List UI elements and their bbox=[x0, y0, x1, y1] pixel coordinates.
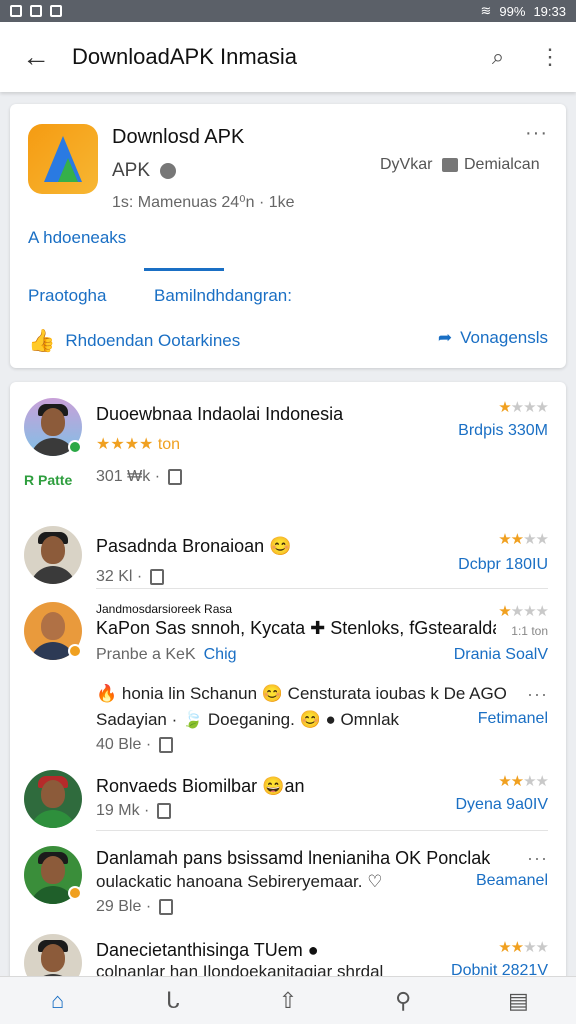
developer-link[interactable]: Demialcan bbox=[442, 156, 540, 174]
app-type: APK bbox=[112, 160, 177, 182]
divider bbox=[96, 830, 548, 831]
review-name: Danlamah pans bsissamd lnenianiha OK Pon… bbox=[96, 848, 491, 868]
info-link[interactable]: A hdoeneaks bbox=[28, 228, 126, 248]
avatar bbox=[24, 770, 82, 828]
review-meta-text: 40 Ble · bbox=[96, 736, 152, 753]
review-extra: 1:1 ton bbox=[511, 624, 548, 638]
review-sub: Pranbe a KeK Chig bbox=[96, 646, 237, 664]
review-name: Duoewbnaa Indaolai Indonesia bbox=[96, 404, 344, 424]
review-body: oulackatic hanoana Sebireryemaar. ♡ bbox=[96, 872, 383, 891]
review-meta-text: 301 ₩k · bbox=[96, 468, 161, 485]
status-bar: ≋ 99% 19:33 bbox=[0, 0, 576, 22]
overflow-menu-icon[interactable]: ⋮ bbox=[524, 44, 576, 70]
review-meta: 32 Kl · bbox=[96, 568, 165, 586]
tab-indicator bbox=[144, 268, 224, 271]
verified-icon bbox=[160, 163, 177, 179]
review-sub-link[interactable]: Chig bbox=[204, 646, 237, 664]
badge-icon bbox=[68, 440, 82, 454]
notification-icons bbox=[10, 5, 62, 17]
review-header: Jandmosdarsioreek Rasa bbox=[96, 602, 233, 616]
like-button[interactable]: 👍 Rhdoendan Ootarkines bbox=[28, 328, 240, 354]
battery-text: 99% bbox=[499, 3, 526, 19]
review-name: Ronvaeds Biomilbar 😄an bbox=[96, 776, 305, 796]
review-name: Danecietanthisinga TUem ● bbox=[96, 940, 319, 960]
bookmark-icon[interactable] bbox=[150, 569, 165, 585]
rating-stars: ★★★★ bbox=[498, 773, 549, 790]
app-more-icon[interactable]: ··· bbox=[525, 122, 548, 145]
app-info-card: Downlosd APK APK 1s: Mamenuas 24⁰n · 1ke… bbox=[10, 104, 566, 368]
tab-first[interactable]: Praotogha bbox=[28, 286, 106, 306]
review-meta: 301 ₩k · bbox=[96, 468, 183, 486]
message-icon bbox=[442, 158, 458, 172]
review-link[interactable]: Drania SoalV bbox=[454, 646, 548, 664]
review-sub-text: Pranbe a KeK bbox=[96, 646, 196, 663]
review-name: Pasadnda Bronaioan 😊 bbox=[96, 536, 292, 556]
search-icon[interactable]: ⌕ bbox=[472, 44, 524, 70]
wifi-icon: ≋ bbox=[480, 3, 492, 18]
upload-icon[interactable]: ⇧ bbox=[264, 988, 312, 1014]
review-meta-text: 32 Kl · bbox=[96, 568, 143, 585]
review-meta: 19 Mk · bbox=[96, 802, 172, 820]
nav-tab-icon[interactable]: ᒐ bbox=[149, 988, 197, 1014]
reviews-list: Duoewbnaa Indaolai Indonesia ★★★★ ton ★★… bbox=[10, 382, 566, 982]
share-button[interactable]: ➦ Vonagensls bbox=[438, 328, 548, 348]
rating-stars: ★★★★ bbox=[498, 399, 549, 416]
divider bbox=[96, 588, 548, 589]
bottom-navigation: ⌂ ᒐ ⇧ ⚲ ▤ bbox=[0, 976, 576, 1024]
review-meta: 40 Ble · bbox=[96, 736, 174, 754]
app-meta: 1s: Mamenuas 24⁰n · 1ke bbox=[112, 194, 295, 211]
review-meta: 29 Ble · bbox=[96, 898, 174, 916]
share-icon: ➦ bbox=[437, 328, 453, 347]
home-icon[interactable]: ⌂ bbox=[34, 988, 82, 1014]
share-label: Vonagensls bbox=[460, 328, 548, 347]
tab-second[interactable]: Bamilndhdangran: bbox=[154, 286, 292, 306]
search-nav-icon[interactable]: ⚲ bbox=[379, 988, 427, 1014]
review-link[interactable]: Dcbpr 180IU bbox=[458, 556, 548, 574]
bookmark-icon[interactable] bbox=[168, 469, 183, 485]
review-body-2: Sadayian · 🍃 Doeganing. 😊 ● Omnlak bbox=[96, 710, 400, 729]
app-name: Downlosd APK bbox=[112, 126, 245, 148]
review-link[interactable]: Beamanel bbox=[476, 872, 548, 890]
rating-stars: ★★★★ bbox=[498, 603, 549, 620]
app-type-label: APK bbox=[112, 160, 151, 181]
page-title: DownloadAPK Inmasia bbox=[72, 44, 298, 69]
review-sub: ★★★★ ton bbox=[96, 436, 181, 453]
review-meta-text: 29 Ble · bbox=[96, 898, 152, 915]
bookmark-icon[interactable] bbox=[157, 803, 172, 819]
thumbs-up-icon: 👍 bbox=[28, 328, 56, 353]
more-icon[interactable]: ··· bbox=[527, 684, 548, 705]
library-icon[interactable]: ▤ bbox=[494, 988, 542, 1014]
clock: 19:33 bbox=[533, 3, 566, 19]
review-name: KaPon Sas snnoh, Kycata ✚ Stenloks, fGst… bbox=[96, 618, 496, 638]
developer-name: Demialcan bbox=[464, 156, 540, 173]
app-logo-icon bbox=[28, 124, 98, 194]
like-label: Rhdoendan Ootarkines bbox=[65, 331, 241, 350]
back-arrow-icon[interactable]: ← bbox=[0, 41, 72, 73]
bookmark-icon[interactable] bbox=[159, 899, 174, 915]
review-link[interactable]: Brdpis 330M bbox=[458, 422, 548, 440]
status-right: ≋ 99% 19:33 bbox=[481, 3, 566, 19]
app-bar: ← DownloadAPK Inmasia ⌕ ⋮ bbox=[0, 22, 576, 92]
review-link[interactable]: Dyena 9a0IV bbox=[455, 796, 548, 814]
badge-icon bbox=[68, 644, 82, 658]
avatar bbox=[24, 934, 82, 982]
bookmark-icon[interactable] bbox=[159, 737, 174, 753]
developer-label[interactable]: DyVkar bbox=[380, 156, 432, 174]
more-icon[interactable]: ··· bbox=[527, 848, 548, 869]
badge-icon bbox=[68, 886, 82, 900]
rating-stars: ★★★★ bbox=[498, 939, 549, 956]
review-body-link[interactable]: Fetimanel bbox=[478, 710, 548, 728]
review-body: 🔥 honia lin Schanun 😊 Censturata ioubas … bbox=[96, 684, 506, 703]
tag-label: R Patte bbox=[24, 472, 73, 488]
review-meta-text: 19 Mk · bbox=[96, 802, 150, 819]
rating-stars: ★★★★ bbox=[498, 531, 549, 548]
avatar bbox=[24, 526, 82, 584]
